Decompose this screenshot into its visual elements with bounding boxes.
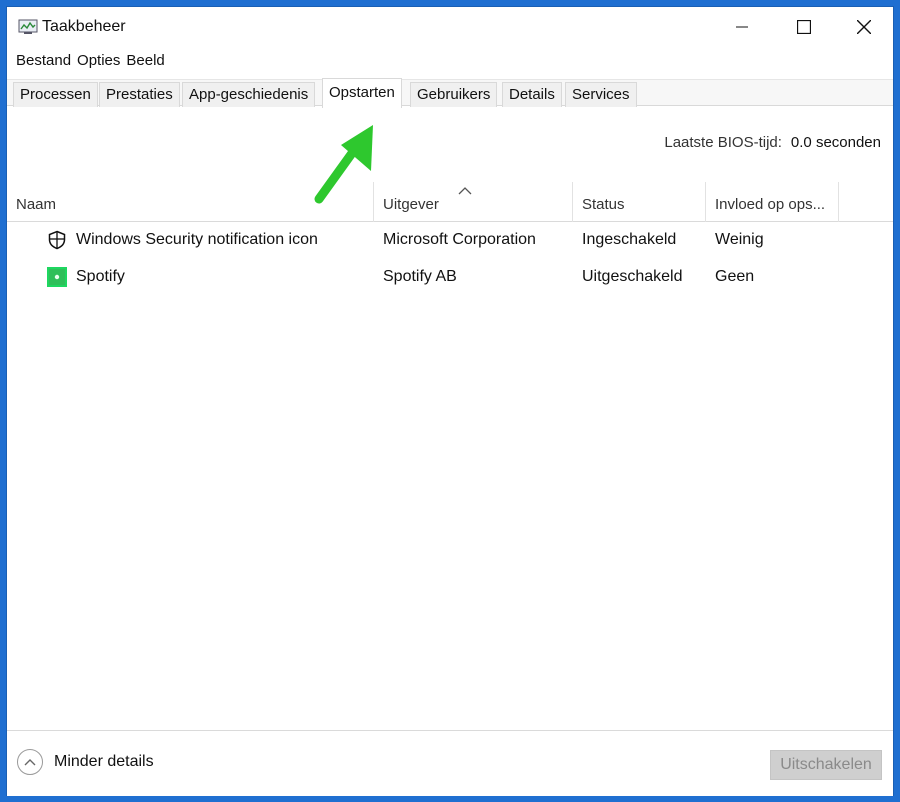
maximize-button[interactable] — [773, 7, 835, 47]
table-row[interactable]: Spotify Spotify AB Uitgeschakeld Geen — [7, 259, 893, 295]
tab-services[interactable]: Services — [565, 82, 637, 107]
tab-opstarten[interactable]: Opstarten — [322, 78, 402, 108]
close-icon — [857, 20, 871, 34]
chevron-up-icon — [17, 749, 43, 775]
task-manager-window: Taakbeheer Bestand Opties Beeld Processe… — [6, 6, 894, 796]
column-label-status: Status — [582, 196, 625, 213]
close-button[interactable] — [833, 7, 895, 47]
tab-bar: Processen Prestaties App-geschiedenis Op… — [7, 78, 893, 108]
bios-time: Laatste BIOS-tijd: 0.0 seconden — [664, 134, 881, 151]
column-label-uitgever: Uitgever — [383, 196, 439, 213]
row-publisher: Microsoft Corporation — [383, 231, 536, 248]
bios-time-label: Laatste BIOS-tijd: — [664, 134, 782, 151]
tab-app-geschiedenis[interactable]: App-geschiedenis — [182, 82, 316, 107]
minimize-icon — [736, 26, 748, 28]
row-status: Uitgeschakeld — [582, 268, 683, 285]
table-header: Naam Uitgever Status Invloed op ops... — [7, 182, 893, 222]
disable-button[interactable]: Uitschakelen — [770, 750, 882, 780]
title-bar[interactable]: Taakbeheer — [7, 7, 893, 47]
row-impact: Weinig — [715, 231, 764, 248]
row-name: Spotify — [76, 268, 125, 285]
tab-details[interactable]: Details — [502, 82, 562, 107]
minimize-button[interactable] — [711, 7, 773, 47]
tab-processen[interactable]: Processen — [13, 82, 98, 107]
bios-time-value: 0.0 seconden — [790, 134, 881, 151]
shield-icon — [48, 230, 66, 250]
task-manager-app-icon — [18, 19, 38, 34]
footer-bar: Minder details Uitschakelen — [7, 730, 893, 796]
menu-bar: Bestand Opties Beeld — [13, 51, 168, 73]
table-row[interactable]: Windows Security notification icon Micro… — [7, 222, 893, 258]
column-header-uitgever[interactable]: Uitgever — [374, 182, 573, 222]
column-label-invloed: Invloed op ops... — [715, 196, 826, 213]
annotation-arrow-icon — [314, 125, 373, 204]
row-status: Ingeschakeld — [582, 231, 677, 248]
menu-beeld[interactable]: Beeld — [123, 51, 167, 73]
sort-ascending-icon — [458, 187, 472, 195]
menu-bestand[interactable]: Bestand — [13, 51, 74, 73]
row-publisher: Spotify AB — [383, 268, 457, 285]
less-details-label: Minder details — [54, 753, 154, 770]
maximize-icon — [797, 20, 811, 34]
window-title: Taakbeheer — [42, 18, 126, 35]
row-name: Windows Security notification icon — [76, 231, 318, 248]
menu-opties[interactable]: Opties — [74, 51, 123, 73]
spotify-icon — [47, 267, 67, 287]
column-label-naam: Naam — [16, 196, 57, 213]
less-details-button[interactable]: Minder details — [17, 749, 154, 775]
row-impact: Geen — [715, 268, 755, 285]
column-header-status[interactable]: Status — [573, 182, 706, 222]
tab-prestaties[interactable]: Prestaties — [99, 82, 180, 107]
column-header-invloed[interactable]: Invloed op ops... — [706, 182, 839, 222]
tab-gebruikers[interactable]: Gebruikers — [410, 82, 498, 107]
